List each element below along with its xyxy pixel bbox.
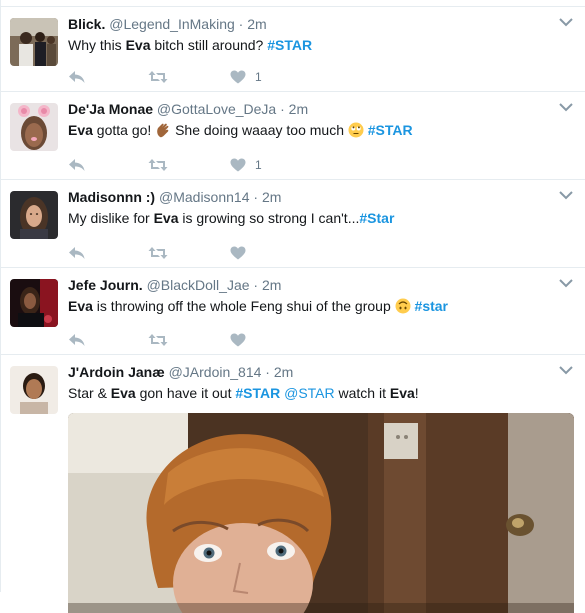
reply-icon xyxy=(68,70,86,84)
separator-dot: · xyxy=(253,189,259,205)
like-button[interactable]: 1 xyxy=(230,68,262,86)
avatar[interactable] xyxy=(10,191,58,239)
chevron-down-icon[interactable] xyxy=(559,102,573,112)
tweet-text: Star & Eva gon have it out #STAR @STAR w… xyxy=(68,385,419,401)
tweet-header: Blick. @Legend_InMaking · 2m xyxy=(68,15,267,33)
avatar[interactable] xyxy=(10,18,58,66)
tweet[interactable]: Madisonnn :) @Madisonn14 · 2m My dislike… xyxy=(1,180,585,268)
author-handle[interactable]: @JArdoin_814 xyxy=(169,364,262,380)
avatar[interactable] xyxy=(10,366,58,414)
tweet-text: Eva gotta go! She doing waaay too much #… xyxy=(68,122,413,138)
chevron-down-icon[interactable] xyxy=(559,278,573,288)
tweet[interactable]: Blick. @Legend_InMaking · 2m Why this Ev… xyxy=(1,7,585,92)
tweet[interactable]: J'Ardoin Janæ @JArdoin_814 · 2m Star & E… xyxy=(1,355,585,613)
hashtag-link[interactable]: #STAR xyxy=(368,122,413,138)
author-handle[interactable]: @GottaLove_DeJa xyxy=(157,101,276,117)
tweet-timestamp[interactable]: 2m xyxy=(289,101,308,117)
author-handle[interactable]: @Madisonn14 xyxy=(159,189,250,205)
retweet-icon xyxy=(148,333,168,347)
tweet-header: Jefe Journ. @BlackDoll_Jae · 2m xyxy=(68,276,281,294)
tweet-timestamp[interactable]: 2m xyxy=(274,364,293,380)
timeline: Blick. @Legend_InMaking · 2m Why this Ev… xyxy=(0,0,585,613)
tweet-text: My dislike for Eva is growing so strong … xyxy=(68,210,395,226)
avatar[interactable] xyxy=(10,103,58,151)
reply-button[interactable] xyxy=(68,331,86,349)
tweet-timestamp[interactable]: 2m xyxy=(262,189,281,205)
retweet-button[interactable] xyxy=(148,68,168,86)
retweet-icon xyxy=(148,246,168,260)
reply-icon xyxy=(68,158,86,172)
hashtag-link[interactable]: #Star xyxy=(359,210,394,226)
upside-down-face-emoji xyxy=(395,298,411,314)
separator-dot: · xyxy=(253,277,259,293)
hashtag-link[interactable]: #star xyxy=(415,298,448,314)
separator-dot: · xyxy=(238,16,244,32)
tweet[interactable]: De'Ja Monae @GottaLove_DeJa · 2m Eva got… xyxy=(1,92,585,180)
chevron-down-icon[interactable] xyxy=(559,190,573,200)
chevron-down-icon[interactable] xyxy=(559,17,573,27)
like-button[interactable] xyxy=(230,331,255,349)
author-name[interactable]: J'Ardoin Janæ xyxy=(68,364,165,380)
tweet[interactable]: Jefe Journ. @BlackDoll_Jae · 2m Eva is t… xyxy=(1,268,585,355)
rolling-eyes-emoji xyxy=(348,122,364,138)
retweet-icon xyxy=(148,70,168,84)
clapping-hands-emoji xyxy=(155,122,171,138)
chevron-down-icon[interactable] xyxy=(559,365,573,375)
tweet-header: Madisonnn :) @Madisonn14 · 2m xyxy=(68,188,281,206)
reply-button[interactable] xyxy=(68,68,86,86)
tweet-text: Why this Eva bitch still around? #STAR xyxy=(68,37,313,53)
tweet-header: J'Ardoin Janæ @JArdoin_814 · 2m xyxy=(68,363,293,381)
timeline-top-divider xyxy=(1,0,585,7)
author-name[interactable]: De'Ja Monae xyxy=(68,101,153,117)
hashtag-link[interactable]: #STAR xyxy=(235,385,280,401)
mention-link[interactable]: @STAR xyxy=(284,385,335,401)
tweet-text: Eva is throwing off the whole Feng shui … xyxy=(68,298,448,314)
retweet-button[interactable] xyxy=(148,156,168,174)
tweet-header: De'Ja Monae @GottaLove_DeJa · 2m xyxy=(68,100,308,118)
reply-button[interactable] xyxy=(68,244,86,262)
separator-dot: · xyxy=(265,364,270,380)
author-name[interactable]: Blick. xyxy=(68,16,105,32)
tweet-timestamp[interactable]: 2m xyxy=(262,277,281,293)
retweet-icon xyxy=(148,158,168,172)
heart-icon xyxy=(230,246,246,260)
author-handle[interactable]: @BlackDoll_Jae xyxy=(147,277,250,293)
heart-icon xyxy=(230,70,246,84)
like-count: 1 xyxy=(255,70,262,84)
separator-dot: · xyxy=(280,101,285,117)
heart-icon xyxy=(230,158,246,172)
retweet-button[interactable] xyxy=(148,244,168,262)
reply-icon xyxy=(68,246,86,260)
like-count: 1 xyxy=(255,158,262,172)
author-handle[interactable]: @Legend_InMaking xyxy=(109,16,235,32)
tweet-timestamp[interactable]: 2m xyxy=(247,16,266,32)
retweet-button[interactable] xyxy=(148,331,168,349)
like-button[interactable] xyxy=(230,244,255,262)
author-name[interactable]: Jefe Journ. xyxy=(68,277,143,293)
reply-icon xyxy=(68,333,86,347)
heart-icon xyxy=(230,333,246,347)
reply-button[interactable] xyxy=(68,156,86,174)
hashtag-link[interactable]: #STAR xyxy=(267,37,312,53)
avatar[interactable] xyxy=(10,279,58,327)
like-button[interactable]: 1 xyxy=(230,156,262,174)
author-name[interactable]: Madisonnn :) xyxy=(68,189,155,205)
tweet-media-image[interactable] xyxy=(68,413,574,613)
